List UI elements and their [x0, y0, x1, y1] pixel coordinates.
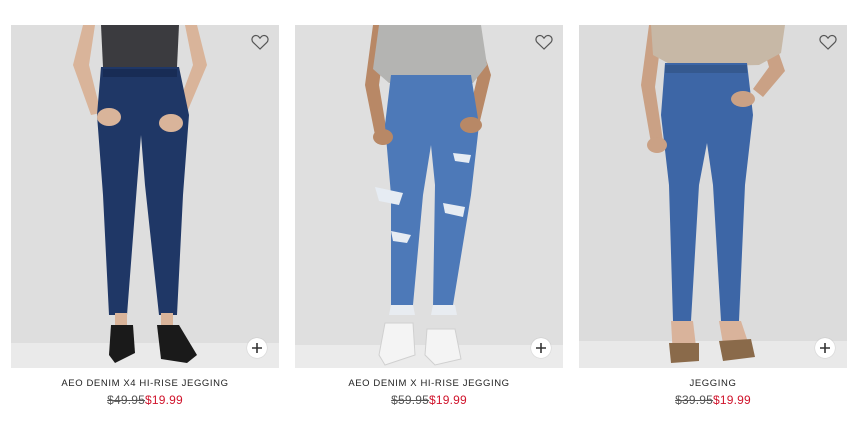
- sale-price: $19.99: [145, 393, 183, 407]
- quick-add-button[interactable]: [815, 338, 835, 358]
- product-name[interactable]: JEGGING: [579, 378, 847, 389]
- product-card[interactable]: AEO DENIM X4 HI-RISE JEGGING $49.95$19.9…: [11, 25, 279, 407]
- heart-outline-icon[interactable]: [251, 34, 269, 50]
- plus-icon: [820, 343, 830, 353]
- list-price: $39.95: [675, 393, 713, 407]
- product-name[interactable]: AEO DENIM X HI-RISE JEGGING: [295, 378, 563, 389]
- plus-icon: [536, 343, 546, 353]
- product-grid: AEO DENIM X4 HI-RISE JEGGING $49.95$19.9…: [0, 0, 860, 428]
- product-card[interactable]: JEGGING $39.95$19.99: [579, 25, 847, 407]
- product-price: $49.95$19.99: [11, 393, 279, 407]
- product-image[interactable]: [11, 25, 279, 368]
- product-price: $59.95$19.99: [295, 393, 563, 407]
- product-price: $39.95$19.99: [579, 393, 847, 407]
- product-name[interactable]: AEO DENIM X4 HI-RISE JEGGING: [11, 378, 279, 389]
- quick-add-button[interactable]: [531, 338, 551, 358]
- plus-icon: [252, 343, 262, 353]
- model-photo-medium-jegging: [579, 25, 847, 368]
- product-image[interactable]: [295, 25, 563, 368]
- sale-price: $19.99: [429, 393, 467, 407]
- heart-outline-icon[interactable]: [535, 34, 553, 50]
- model-photo-dark-jegging: [11, 25, 279, 368]
- model-photo-ripped-jegging: [295, 25, 563, 368]
- sale-price: $19.99: [713, 393, 751, 407]
- product-card[interactable]: AEO DENIM X HI-RISE JEGGING $59.95$19.99: [295, 25, 563, 407]
- list-price: $49.95: [107, 393, 145, 407]
- quick-add-button[interactable]: [247, 338, 267, 358]
- product-image[interactable]: [579, 25, 847, 368]
- heart-outline-icon[interactable]: [819, 34, 837, 50]
- list-price: $59.95: [391, 393, 429, 407]
